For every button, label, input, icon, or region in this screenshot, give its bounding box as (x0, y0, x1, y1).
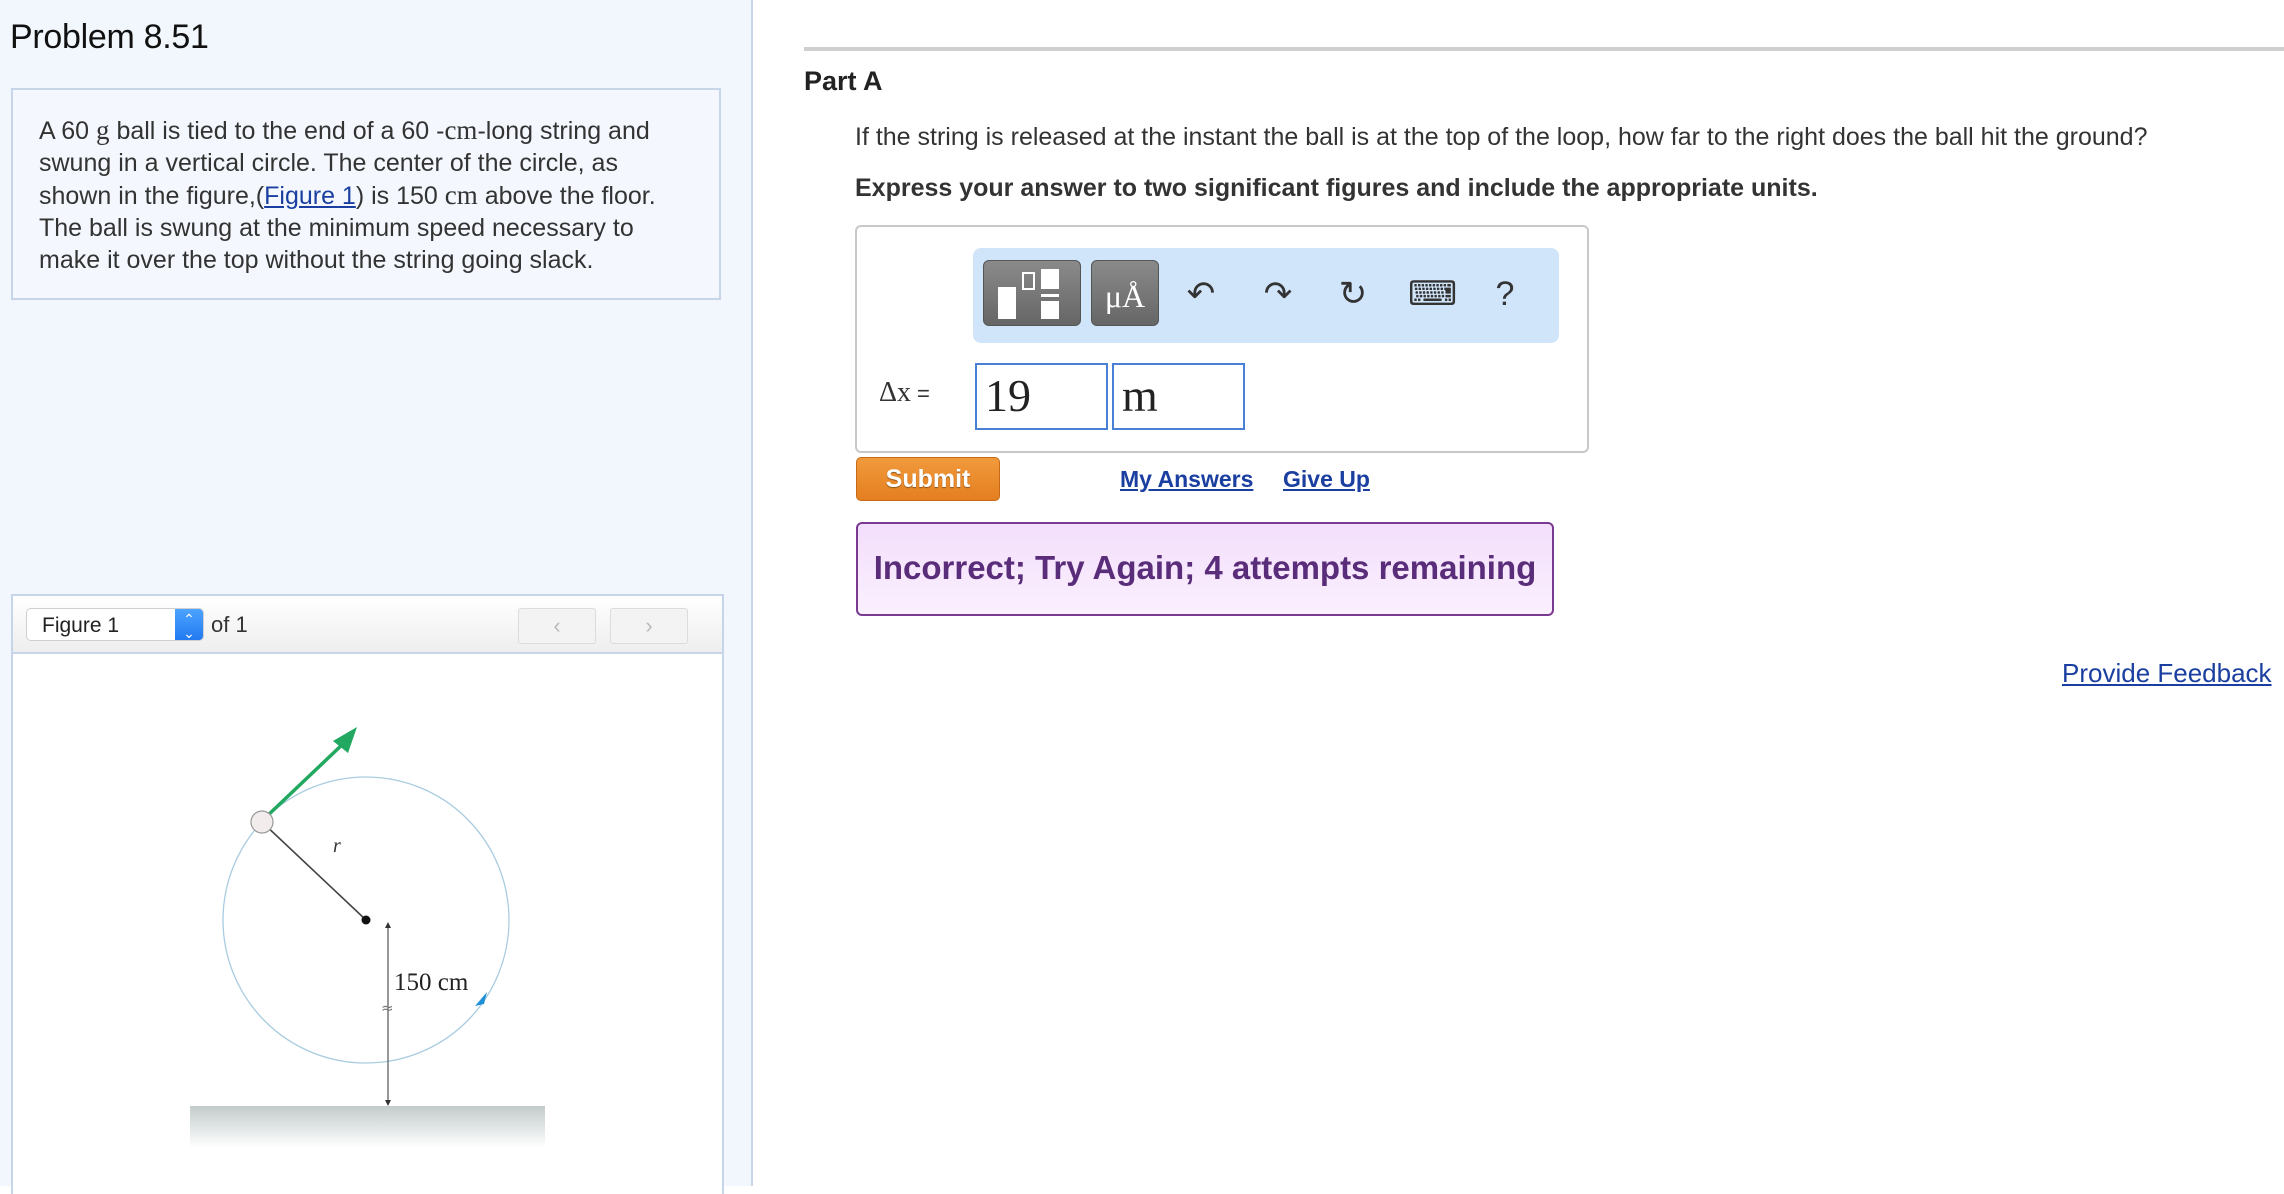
string-line (261, 821, 367, 921)
dimension-arrow-down (385, 1100, 391, 1106)
templates-icon (998, 269, 1059, 319)
reset-button[interactable]: ↻ (1331, 270, 1375, 318)
undo-button[interactable]: ↶ (1179, 270, 1223, 318)
answer-label: Δx = (879, 377, 930, 409)
ball (250, 810, 274, 834)
provide-feedback-link[interactable]: Provide Feedback (2062, 658, 2272, 689)
redo-icon: ↷ (1263, 275, 1293, 313)
floor (190, 1106, 545, 1148)
keyboard-icon: ⌨ (1408, 275, 1458, 313)
answer-unit-input[interactable]: m (1112, 363, 1245, 430)
answer-box: μÅ ↶ ↷ ↻ ⌨ ? Δx = 19 m (855, 225, 1589, 453)
reset-icon: ↻ (1338, 275, 1368, 313)
submit-button[interactable]: Submit (856, 457, 1000, 501)
symbols-icon: μÅ (1104, 278, 1146, 314)
break-symbol: ≈ (381, 999, 394, 1017)
part-divider (804, 47, 2284, 51)
instruction-text: Express your answer to two significant f… (855, 174, 1818, 202)
velocity-arrow-shaft (263, 740, 347, 820)
question-text: If the string is released at the instant… (855, 123, 2148, 151)
height-label: 150 cm (394, 969, 469, 996)
help-icon: ? (1495, 275, 1515, 313)
templates-button[interactable] (983, 260, 1081, 326)
radius-label: r (333, 835, 341, 857)
help-button[interactable]: ? (1483, 270, 1527, 318)
redo-button[interactable]: ↷ (1256, 270, 1300, 318)
my-answers-link[interactable]: My Answers (1120, 466, 1253, 493)
feedback-message: Incorrect; Try Again; 4 attempts remaini… (856, 522, 1554, 616)
center-point (361, 915, 371, 925)
problem-panel: Problem 8.51 A 60 g ball is tied to the … (0, 0, 753, 1194)
symbols-button[interactable]: μÅ (1091, 260, 1159, 326)
keyboard-button[interactable]: ⌨ (1408, 270, 1457, 318)
direction-arrow (475, 992, 487, 1006)
answer-value-input[interactable]: 19 (975, 363, 1108, 430)
dimension-arrow-up (385, 922, 391, 928)
undo-icon: ↶ (1186, 275, 1216, 313)
give-up-link[interactable]: Give Up (1283, 466, 1370, 493)
part-title: Part A (804, 66, 883, 96)
math-toolbar: μÅ ↶ ↷ ↻ ⌨ ? (973, 248, 1559, 343)
equals-sign: = (917, 381, 930, 406)
answer-variable: Δx (879, 377, 912, 408)
figure-image: r ≈ 150 cm (190, 727, 545, 1148)
